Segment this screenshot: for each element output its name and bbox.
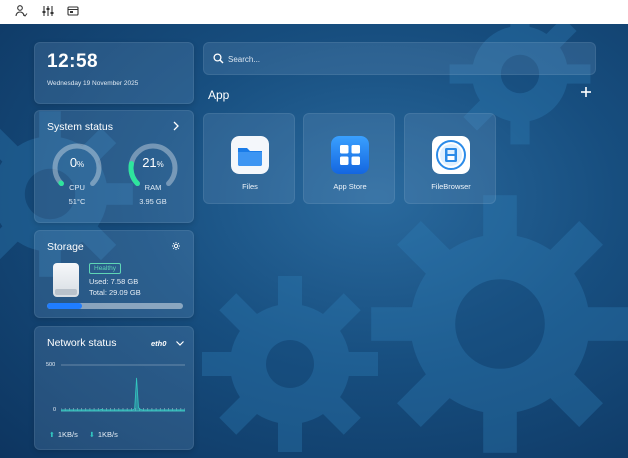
window-icon[interactable] <box>66 4 80 18</box>
status-badge: Healthy <box>89 263 122 274</box>
app-tile-app-store[interactable]: App Store <box>303 113 395 204</box>
storage-total: Total: 29.09 GB <box>89 288 141 297</box>
clock-time: 12:58 <box>47 51 99 72</box>
folder-icon <box>231 136 269 174</box>
download-arrow-icon: ⬇ <box>89 432 95 439</box>
top-bar <box>0 0 628 24</box>
search-input[interactable] <box>228 52 588 66</box>
network-traffic-series <box>61 377 185 412</box>
network-status-title: Network status <box>47 337 117 349</box>
filebrowser-icon <box>432 136 470 174</box>
app-store-icon <box>331 136 369 174</box>
app-section-title: App <box>208 88 230 102</box>
chevron-down-icon[interactable] <box>175 338 185 348</box>
disk-icon <box>53 263 79 297</box>
gear-icon[interactable] <box>171 240 181 252</box>
storage-title: Storage <box>47 241 84 253</box>
ram-size: 3.95 GB <box>139 197 167 206</box>
storage-widget[interactable]: Storage Healthy Used: 7.58 GB Total: 29.… <box>34 230 194 318</box>
gear-decoration-icon <box>371 195 628 453</box>
chevron-right-icon[interactable] <box>171 120 181 132</box>
system-status-widget[interactable]: System status 0% CPU 51°C 21% RAM 3.95 G… <box>34 110 194 223</box>
download-speed: ⬇ 1KB/s <box>89 430 118 439</box>
ram-label: RAM <box>144 183 162 192</box>
cpu-temp: 51°C <box>68 197 86 206</box>
network-interface-select[interactable]: eth0 <box>151 339 166 348</box>
ram-value: 21% <box>142 155 164 170</box>
search-icon <box>213 53 224 64</box>
app-label: FileBrowser <box>431 182 471 191</box>
app-label: Files <box>242 182 258 191</box>
chart-y-max-label: 500 <box>46 362 56 368</box>
upload-arrow-icon: ⬆ <box>49 432 55 439</box>
add-app-button[interactable] <box>580 86 592 98</box>
desktop-background: 12:58 Wednesday 19 November 2025 System … <box>0 24 628 458</box>
app-label: App Store <box>333 182 367 191</box>
upload-speed: ⬆ 1KB/s <box>49 430 78 439</box>
system-status-title: System status <box>47 121 113 133</box>
chart-y-min-label: 0 <box>53 407 57 413</box>
cpu-value: 0% <box>69 155 85 170</box>
network-chart <box>61 364 185 412</box>
storage-usage-fill <box>47 303 83 309</box>
cpu-label: CPU <box>69 183 85 192</box>
sliders-icon[interactable] <box>41 4 55 18</box>
storage-usage-bar <box>47 303 183 309</box>
clock-date: Wednesday 19 November 2025 <box>47 80 139 87</box>
clock-widget: 12:58 Wednesday 19 November 2025 <box>34 42 194 104</box>
search-bar[interactable] <box>203 42 596 75</box>
network-status-widget[interactable]: Network status eth0 500 0 ⬆ 1KB/s ⬇ 1KB/s <box>34 326 194 450</box>
user-icon[interactable] <box>14 4 28 18</box>
gear-decoration-icon <box>202 276 378 452</box>
storage-used: Used: 7.58 GB <box>89 277 139 286</box>
app-tile-filebrowser[interactable]: FileBrowser <box>404 113 496 204</box>
app-tile-files[interactable]: Files <box>203 113 295 204</box>
